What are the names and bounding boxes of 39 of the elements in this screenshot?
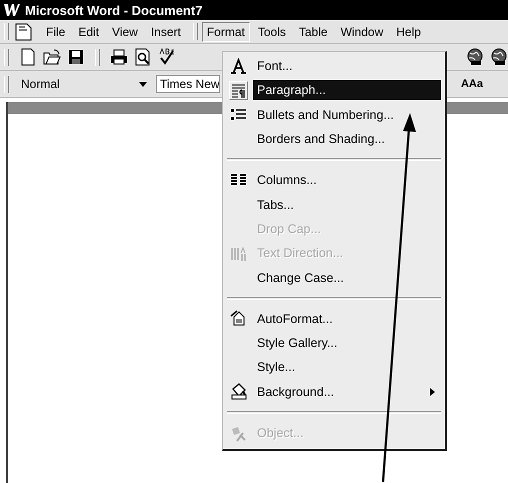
menu-item[interactable]: Background... bbox=[253, 382, 441, 402]
menu-bar-item[interactable]: Tools bbox=[252, 22, 291, 42]
menu-item[interactable]: Style... bbox=[253, 357, 441, 378]
globe-icon[interactable] bbox=[490, 48, 508, 66]
submenu-arrow-icon bbox=[430, 388, 435, 396]
menu-item[interactable]: Font... bbox=[253, 56, 441, 76]
menu-bar-item[interactable]: Window bbox=[336, 22, 388, 42]
menu-bar-item[interactable]: Insert bbox=[146, 22, 186, 42]
word-logo-icon bbox=[4, 3, 20, 17]
text-direction-icon bbox=[230, 244, 246, 262]
printer-icon[interactable] bbox=[110, 48, 128, 66]
menu-bar-item[interactable]: Help bbox=[391, 22, 426, 42]
menu-item[interactable]: Style Gallery... bbox=[253, 333, 441, 354]
autoformat-icon bbox=[230, 310, 246, 328]
font-icon bbox=[230, 58, 246, 75]
print-preview-icon[interactable] bbox=[134, 48, 152, 66]
object-icon bbox=[230, 424, 246, 442]
window-title: Microsoft Word - Document7 bbox=[25, 2, 202, 18]
document-icon[interactable] bbox=[13, 22, 33, 40]
open-folder-icon[interactable] bbox=[43, 48, 61, 66]
menu-item[interactable]: Paragraph... bbox=[253, 80, 441, 100]
menu-item[interactable]: Tabs... bbox=[253, 194, 441, 215]
menu-item[interactable]: Borders and Shading... bbox=[253, 129, 441, 150]
spelling-check-icon[interactable] bbox=[158, 48, 176, 66]
menu-item[interactable]: AutoFormat... bbox=[253, 308, 441, 329]
menu-item[interactable]: Change Case... bbox=[253, 268, 441, 288]
menu-bar-item[interactable]: Edit bbox=[73, 22, 104, 42]
paint-bucket-icon bbox=[230, 383, 246, 400]
new-document-icon[interactable] bbox=[19, 48, 37, 66]
menu-item[interactable]: Columns... bbox=[253, 170, 441, 190]
menu-bar-item[interactable]: File bbox=[41, 22, 70, 42]
menu-bar-item[interactable]: View bbox=[107, 22, 143, 42]
menu-bar-item[interactable]: Table bbox=[294, 22, 333, 42]
style-gallery-button[interactable]: AAa bbox=[458, 77, 486, 91]
paragraph-icon bbox=[228, 80, 248, 100]
caret-icon bbox=[139, 82, 147, 86]
menu-item[interactable]: Bullets and Numbering... bbox=[253, 104, 441, 125]
menu-bar-item[interactable]: Format bbox=[202, 22, 250, 42]
globe-icon[interactable] bbox=[466, 48, 484, 66]
